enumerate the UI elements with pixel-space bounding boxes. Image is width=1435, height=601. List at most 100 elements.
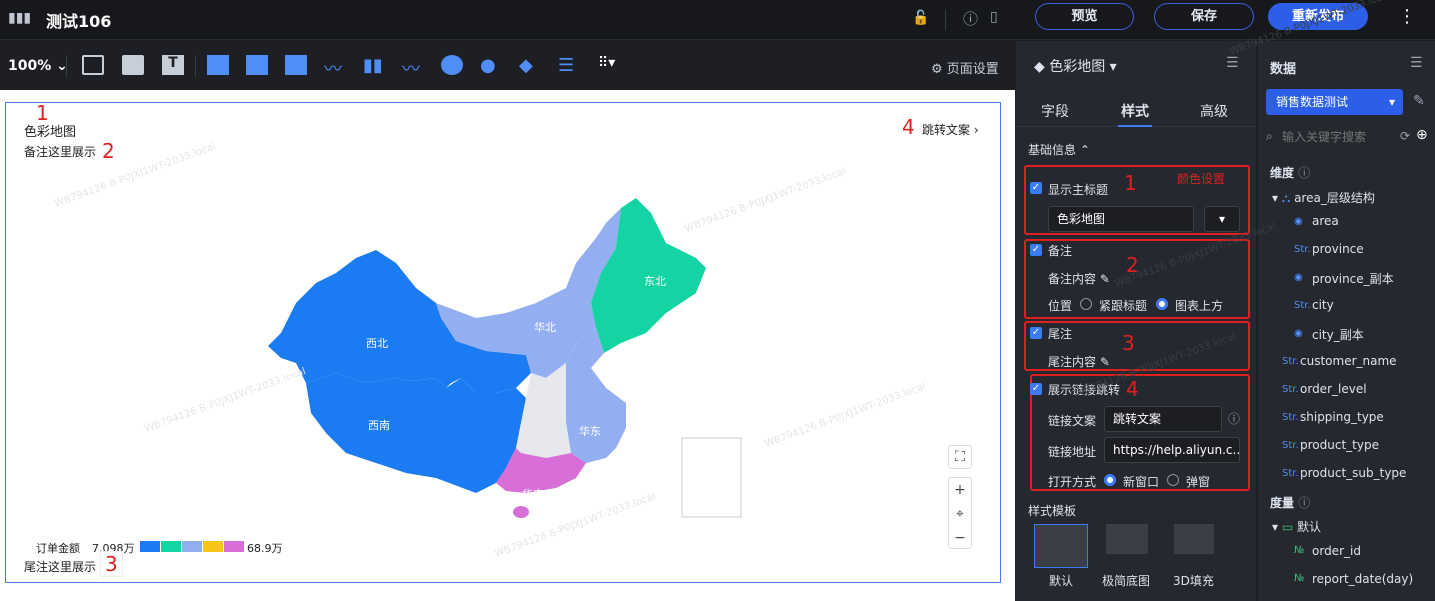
query-control-icon[interactable] — [82, 55, 104, 75]
zoom-in-icon[interactable]: + — [949, 478, 971, 502]
dimension-title: 维度 ⓘ — [1270, 166, 1311, 180]
measure-field[interactable]: order_id — [1312, 544, 1361, 558]
footer-label: 尾注 — [1048, 327, 1073, 341]
combo-chart-icon[interactable]: 〰 — [402, 55, 424, 80]
canvas: 色彩地图 备注这里展示 1 2 4 跳转文案 › 西北 西南 华北 东北 华东 … — [0, 90, 1015, 601]
note-checkbox[interactable]: ✓ — [1030, 244, 1042, 256]
doc-icon[interactable]: ▯ — [990, 9, 998, 25]
bubble-chart-icon[interactable]: ● — [480, 55, 502, 76]
table-chart-icon[interactable] — [207, 55, 229, 75]
show-link-checkbox[interactable]: ✓ — [1030, 383, 1042, 395]
string-field-icon: Str. — [1282, 440, 1299, 451]
dimension-field[interactable]: city_副本 — [1312, 326, 1364, 343]
save-button[interactable]: 保存 — [1154, 3, 1254, 30]
collapse-panel-icon[interactable]: ☰ — [1226, 55, 1239, 71]
panel-tabs: 字段 样式 高级 — [1016, 89, 1256, 127]
dimension-field[interactable]: customer_name — [1300, 354, 1397, 368]
divider — [66, 55, 67, 77]
page-title: 测试106 — [46, 12, 112, 31]
edit-dataset-icon[interactable]: ✎ — [1413, 93, 1425, 109]
template-minimal[interactable] — [1106, 524, 1148, 554]
string-field-icon: Str. — [1294, 244, 1311, 255]
dimension-field[interactable]: shipping_type — [1300, 410, 1384, 424]
area-chart-icon[interactable] — [285, 55, 307, 75]
more-icon[interactable]: ⋮ — [1398, 6, 1416, 27]
link-url-input[interactable]: https://help.aliyun.c... — [1104, 437, 1240, 463]
pie-chart-icon[interactable] — [441, 55, 463, 75]
divider — [945, 9, 946, 31]
template-default-label: 默认 — [1049, 574, 1074, 588]
style-panel: ◆ 色彩地图 ▾ ☰ 字段 样式 高级 基础信息 ⌃ 1 颜色设置 ✓ 显示主标… — [1016, 41, 1256, 601]
refresh-icon[interactable]: ⟳ — [1400, 129, 1410, 143]
info-icon[interactable]: ⓘ — [1228, 410, 1240, 427]
list-chart-icon[interactable]: ☰ — [558, 55, 580, 76]
tab-fields[interactable]: 字段 — [1041, 101, 1069, 121]
chart-type-select[interactable]: ◆ 色彩地图 ▾ — [1034, 56, 1117, 76]
template-minimal-label: 极简底图 — [1102, 574, 1151, 588]
data-panel-title: 数据 — [1270, 62, 1297, 77]
map-chart-card[interactable]: 色彩地图 备注这里展示 1 2 4 跳转文案 › 西北 西南 华北 东北 华东 … — [5, 101, 1001, 583]
zoom-select[interactable]: 100% ⌄ — [8, 58, 68, 74]
measure-field[interactable]: report_date(day) — [1312, 572, 1413, 586]
dimension-field[interactable]: product_sub_type — [1300, 466, 1406, 480]
open-new-window-radio[interactable] — [1104, 474, 1116, 486]
search-icon: ⌕ — [1266, 129, 1273, 143]
kpi-chart-icon[interactable] — [246, 55, 268, 75]
measure-title: 度量 ⓘ — [1270, 496, 1311, 510]
text-component-icon[interactable]: T — [162, 55, 184, 75]
page-settings-button[interactable]: ⚙ 页面设置 — [931, 58, 999, 77]
string-field-icon: Str. — [1282, 356, 1299, 367]
republish-button[interactable]: 重新发布 — [1268, 3, 1368, 30]
string-field-icon: Str. — [1282, 412, 1299, 423]
box-num-2: 2 — [1126, 253, 1139, 277]
chart-footnote: 尾注这里展示 — [24, 560, 97, 574]
link-text-input[interactable]: 跳转文案 — [1104, 406, 1222, 432]
section-basic-info[interactable]: 基础信息 ⌃ — [1028, 141, 1090, 158]
link-url-label: 链接地址 — [1048, 445, 1097, 459]
note-content-label[interactable]: 备注内容 ✎ — [1048, 270, 1110, 287]
measure-folder[interactable]: ▾ ▭ 默认 — [1272, 518, 1321, 535]
zoom-out-icon[interactable]: − — [949, 526, 971, 550]
footer-checkbox[interactable]: ✓ — [1030, 327, 1042, 339]
pos-above-chart-radio[interactable] — [1156, 298, 1168, 310]
tab-component-icon[interactable] — [122, 55, 144, 75]
template-default[interactable] — [1034, 524, 1088, 568]
dataset-select[interactable]: 销售数据测试 ▾ — [1266, 89, 1403, 115]
help-icon[interactable]: ⓘ — [963, 8, 978, 29]
hierarchy-node[interactable]: ▾ ⛬ area_层级结构 — [1272, 189, 1375, 206]
box-num-3: 3 — [1122, 331, 1135, 355]
legend-swatch — [161, 541, 181, 552]
add-field-icon[interactable]: ⊕ — [1416, 127, 1428, 143]
tab-advanced[interactable]: 高级 — [1200, 101, 1228, 121]
region-east — [566, 328, 626, 463]
region-hainan — [513, 506, 529, 518]
pos-follow-title-radio[interactable] — [1080, 298, 1092, 310]
locate-icon[interactable]: ⌖ — [949, 502, 971, 526]
field-search-input[interactable] — [1282, 127, 1394, 147]
dimension-field[interactable]: area — [1312, 214, 1339, 228]
more-charts-icon[interactable]: ⠿▾ — [598, 55, 620, 75]
open-popup-radio[interactable] — [1167, 474, 1179, 486]
template-3d[interactable] — [1174, 524, 1214, 554]
title-input[interactable]: 色彩地图 — [1048, 206, 1194, 232]
china-map — [268, 198, 742, 518]
title-color-picker[interactable]: ▾ — [1204, 206, 1240, 232]
dimension-field[interactable]: province_副本 — [1312, 270, 1394, 287]
map-chart-icon[interactable]: ◆ — [519, 55, 541, 76]
dimension-field[interactable]: order_level — [1300, 382, 1367, 396]
dimension-field[interactable]: city — [1312, 298, 1334, 312]
show-title-checkbox[interactable]: ✓ — [1030, 182, 1042, 194]
top-bar: ▮▮▮ 测试106 🔓 ⓘ ▯ 预览 保存 重新发布 ⋮ — [0, 0, 1435, 40]
tab-style[interactable]: 样式 — [1121, 101, 1149, 121]
open-new-window-label: 新窗口 — [1123, 475, 1160, 489]
dimension-field[interactable]: province — [1312, 242, 1364, 256]
preview-button[interactable]: 预览 — [1035, 3, 1134, 30]
footer-content-label[interactable]: 尾注内容 ✎ — [1048, 353, 1110, 370]
lock-icon[interactable]: 🔓 — [912, 10, 929, 26]
fullscreen-icon[interactable]: ⛶ — [948, 445, 972, 469]
dimension-field[interactable]: product_type — [1300, 438, 1379, 452]
bar-chart-icon[interactable]: ▮▮ — [363, 55, 385, 76]
line-chart-icon[interactable]: 〰 — [324, 55, 346, 80]
data-panel: 数据 ☰ 销售数据测试▾ ✎ ⌕ ⟳ ⊕ 维度 ⓘ ▾ ⛬ area_层级结构 … — [1257, 41, 1435, 601]
collapse-data-icon[interactable]: ☰ — [1410, 55, 1423, 71]
